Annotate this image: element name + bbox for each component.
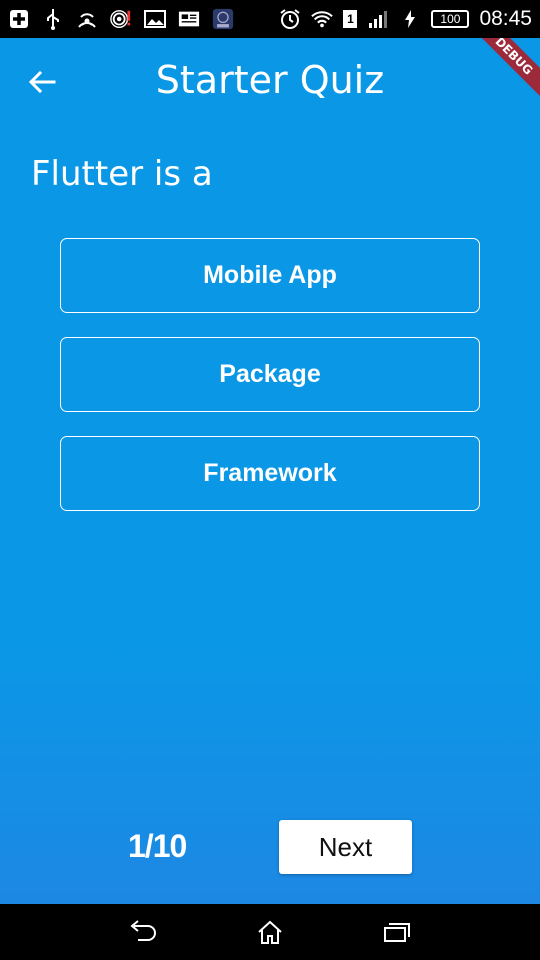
next-button[interactable]: Next	[279, 820, 412, 874]
option-mobile-app[interactable]: Mobile App	[60, 238, 480, 313]
app-badge-icon	[212, 8, 234, 30]
signal-icon	[367, 8, 389, 30]
app-bar: Starter Quiz	[0, 38, 540, 126]
sim-indicator: 1	[343, 10, 358, 28]
question-text: Flutter is a	[31, 154, 213, 194]
option-package[interactable]: Package	[60, 337, 480, 412]
nav-back-button[interactable]	[123, 916, 163, 948]
recent-apps-icon	[383, 923, 410, 942]
nav-home-button[interactable]	[250, 916, 290, 948]
notification-icons	[8, 8, 234, 30]
question-counter: 1/10	[128, 828, 187, 864]
health-plus-icon	[8, 8, 30, 30]
navigation-bar	[0, 904, 540, 960]
system-icons: 1 100 08:45	[279, 7, 532, 31]
news-icon	[178, 8, 200, 30]
image-icon	[144, 8, 166, 30]
nfc-alert-icon	[110, 8, 132, 30]
wifi-hotspot-icon	[76, 8, 98, 30]
alarm-icon	[279, 8, 301, 30]
battery-indicator: 100	[431, 10, 470, 28]
nav-recent-button[interactable]	[377, 916, 417, 948]
page-title: Starter Quiz	[155, 58, 385, 102]
home-icon	[258, 920, 282, 944]
wifi-icon	[311, 8, 334, 30]
usb-icon	[42, 8, 64, 30]
status-bar: 1 100 08:45	[0, 0, 540, 38]
charging-icon	[399, 8, 421, 30]
quiz-screen: Starter Quiz DEBUG Flutter is a Mobile A…	[0, 38, 540, 904]
back-icon	[130, 920, 157, 941]
status-time: 08:45	[479, 7, 532, 30]
option-framework[interactable]: Framework	[60, 436, 480, 511]
